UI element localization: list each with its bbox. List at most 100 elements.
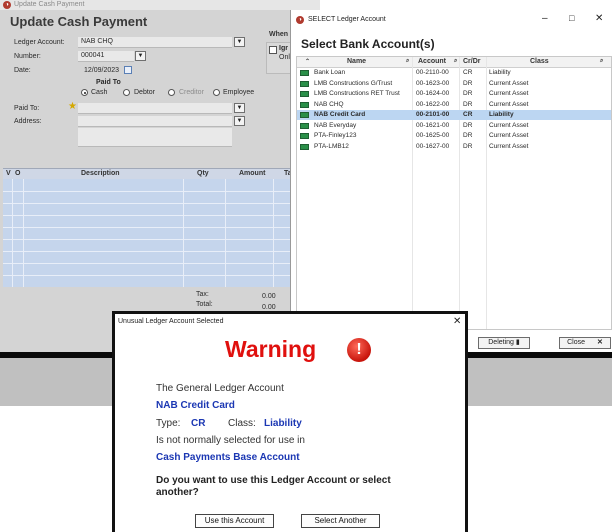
warning-line3: Is not normally selected for use in bbox=[156, 435, 305, 446]
ledger-account-dropdown-button[interactable]: ▼ bbox=[234, 37, 245, 47]
select-ledger-window-title: SELECT Ledger Account bbox=[308, 16, 386, 23]
paid-to-dropdown-button[interactable]: ▼ bbox=[234, 103, 245, 113]
calendar-icon[interactable] bbox=[124, 66, 132, 74]
col-description: Description bbox=[81, 170, 120, 177]
bank-account-icon bbox=[300, 133, 309, 139]
app-logo-icon: ◑ bbox=[3, 1, 11, 9]
bank-account-icon bbox=[300, 101, 309, 108]
radio-cash[interactable] bbox=[81, 89, 88, 96]
number-dropdown-button[interactable]: ▼ bbox=[135, 51, 146, 61]
bank-account-icon bbox=[300, 91, 309, 97]
ledger-row[interactable]: NAB CHQ 00-1622-00 DR Current Asset bbox=[297, 100, 611, 110]
when-sub-label: Onl bbox=[279, 54, 290, 61]
number-value: 000041 bbox=[81, 52, 105, 59]
radio-cash-label: Cash bbox=[91, 89, 108, 96]
radio-creditor[interactable] bbox=[168, 89, 175, 96]
bank-account-icon bbox=[300, 70, 309, 76]
ledger-account-value: NAB CHQ bbox=[81, 38, 113, 45]
ledger-cell-class: Current Asset bbox=[489, 132, 529, 139]
deleting-button-label: Deleting bbox=[488, 339, 514, 346]
address-dropdown-button[interactable]: ▼ bbox=[234, 116, 245, 126]
search-icon[interactable]: ⌕ bbox=[406, 58, 409, 65]
ledger-row[interactable]: PTA-Finley123 00-1625-00 DR Current Asset bbox=[297, 131, 611, 141]
ledger-cell-class: Liability bbox=[489, 69, 511, 76]
warning-line1: The General Ledger Account bbox=[156, 383, 284, 394]
select-ledger-window: ◑ SELECT Ledger Account – □ ✕ Select Ban… bbox=[290, 10, 612, 352]
ledger-cell-name: NAB CHQ bbox=[314, 100, 344, 108]
close-icon[interactable]: ✕ bbox=[595, 13, 603, 24]
ledger-cell-class: Current Asset bbox=[489, 90, 529, 97]
ledger-cell-name: NAB Credit Card bbox=[314, 111, 366, 118]
col-class[interactable]: Class bbox=[530, 58, 549, 65]
date-label: Date: bbox=[14, 67, 31, 74]
radio-employee-label: Employee bbox=[223, 89, 255, 96]
trash-icon: ▮ bbox=[515, 339, 520, 346]
bank-account-icon bbox=[300, 122, 309, 129]
search-icon[interactable]: ⌕ bbox=[454, 58, 457, 65]
ledger-row[interactable]: LMB Constructions G/Trust 00-1623-00 DR Cur… bbox=[297, 79, 611, 89]
ledger-cell-account: 00-1625-00 bbox=[416, 132, 450, 139]
warning-dialog: Unusual Ledger Account Selected ✕ Warnin… bbox=[112, 311, 468, 532]
ledger-account-field[interactable]: NAB CHQ bbox=[78, 37, 232, 48]
sort-up-icon[interactable]: ⌃ bbox=[305, 58, 310, 65]
radio-debtor-label: Debtor bbox=[134, 89, 156, 96]
deleting-button[interactable]: Deleting ▮ bbox=[478, 337, 530, 349]
select-ledger-titlebar: ◑ SELECT Ledger Account – □ ✕ bbox=[291, 10, 612, 30]
ledger-cell-class: Current Asset bbox=[489, 79, 529, 87]
cash-payment-window-title: Update Cash Payment bbox=[14, 1, 85, 8]
bank-account-icon bbox=[300, 112, 309, 118]
address-field[interactable] bbox=[78, 116, 232, 127]
close-icon[interactable]: ✕ bbox=[453, 316, 461, 327]
ledger-row[interactable]: NAB Credit Card 00-2101-00 CR Liability bbox=[297, 110, 611, 120]
use-this-account-button[interactable]: Use this Account bbox=[195, 514, 274, 528]
ledger-cell-account: 00-1627-00 bbox=[416, 142, 450, 150]
ledger-cell-account: 00-1622-00 bbox=[416, 100, 450, 108]
type-value: CR bbox=[191, 418, 206, 429]
ledger-cell-class: Current Asset bbox=[489, 100, 529, 108]
ledger-cell-crdr: DR bbox=[463, 132, 473, 139]
ledger-cell-crdr: DR bbox=[463, 142, 473, 150]
maximize-icon[interactable]: □ bbox=[569, 13, 574, 23]
search-icon[interactable]: ⌕ bbox=[600, 58, 603, 65]
ledger-cell-name: PTA-Finley123 bbox=[314, 132, 357, 139]
address-extra-field[interactable] bbox=[78, 128, 232, 147]
line-items-grid[interactable] bbox=[3, 179, 295, 287]
col-account[interactable]: Account bbox=[418, 58, 446, 65]
bank-account-list[interactable]: ⌃ Name ⌕ Account ⌕ Cr/Dr Class ⌕ Bank Lo… bbox=[296, 56, 612, 330]
col-crdr[interactable]: Cr/Dr bbox=[463, 58, 481, 65]
paid-to-field[interactable] bbox=[78, 103, 232, 114]
radio-employee[interactable] bbox=[213, 89, 220, 96]
radio-debtor[interactable] bbox=[123, 89, 130, 96]
cash-payment-window: ◑ Update Cash Payment Update Cash Paymen… bbox=[0, 0, 320, 352]
ledger-cell-class: Liability bbox=[489, 111, 514, 118]
ledger-row[interactable]: Bank Loan 00-2110-00 CR Liability bbox=[297, 68, 611, 78]
ledger-cell-crdr: DR bbox=[463, 90, 473, 97]
cash-payment-heading: Update Cash Payment bbox=[10, 14, 148, 29]
bank-account-list-header: ⌃ Name ⌕ Account ⌕ Cr/Dr Class ⌕ bbox=[297, 57, 611, 68]
ledger-account-label: Ledger Account: bbox=[14, 39, 65, 46]
warning-dialog-title: Unusual Ledger Account Selected bbox=[118, 318, 224, 325]
date-value[interactable]: 12/09/2023 bbox=[84, 67, 119, 74]
warning-question: Do you want to use this Ledger Account o… bbox=[156, 475, 391, 498]
class-label: Class: bbox=[228, 418, 256, 429]
bank-account-icon bbox=[300, 143, 309, 150]
col-name[interactable]: Name bbox=[347, 58, 366, 65]
col-amount: Amount bbox=[239, 170, 266, 177]
ledger-row[interactable]: NAB Everyday 00-1621-00 DR Current Asset bbox=[297, 121, 611, 131]
number-field[interactable]: 000041 bbox=[78, 51, 134, 62]
minimize-icon[interactable]: – bbox=[542, 13, 548, 24]
ledger-cell-crdr: CR bbox=[463, 111, 473, 118]
warning-heading: Warning bbox=[225, 336, 317, 362]
close-button[interactable]: Close ✕ bbox=[559, 337, 611, 349]
cash-payment-titlebar: ◑ Update Cash Payment bbox=[0, 0, 320, 10]
ledger-cell-class: Current Asset bbox=[489, 121, 529, 129]
ledger-row[interactable]: LMB Constructions RET Trust 00-1624-00 DR C… bbox=[297, 89, 611, 99]
ignore-checkbox[interactable] bbox=[269, 46, 277, 54]
col-o: O bbox=[15, 170, 21, 177]
select-another-button[interactable]: Select Another bbox=[301, 514, 380, 528]
ledger-row[interactable]: PTA-LMB12 00-1627-00 DR Current Asset bbox=[297, 142, 611, 152]
ledger-cell-account: 00-1621-00 bbox=[416, 121, 450, 129]
select-ledger-heading: Select Bank Account(s) bbox=[301, 37, 435, 51]
total-value: 0.00 bbox=[262, 304, 276, 311]
radio-creditor-label: Creditor bbox=[179, 89, 204, 96]
